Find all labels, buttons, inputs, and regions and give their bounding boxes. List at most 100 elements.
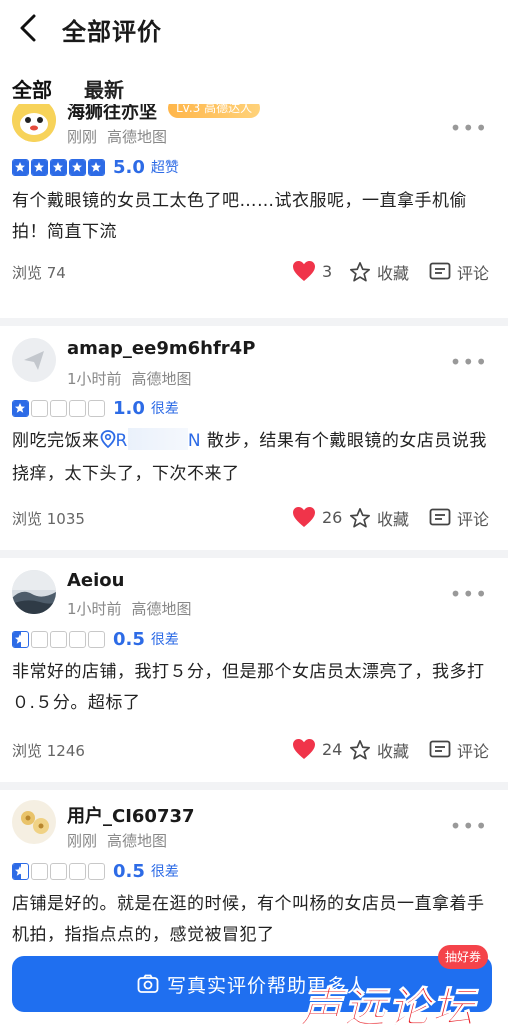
review-card: 海狮往亦坚 Lv.3 高德达人 ••• 刚刚 高德地图 5.0 超赞 有个戴眼镜的… — [0, 104, 508, 318]
paper-plane-icon — [12, 338, 56, 382]
rating-star — [50, 630, 67, 648]
back-button[interactable] — [14, 12, 44, 44]
rating-star — [69, 158, 86, 176]
username[interactable]: Aeiou — [67, 570, 125, 591]
rating-star — [88, 630, 105, 648]
like-button[interactable]: 3 — [292, 260, 332, 282]
review-list: 海狮往亦坚 Lv.3 高德达人 ••• 刚刚 高德地图 5.0 超赞 有个戴眼镜的… — [0, 104, 508, 1028]
comment-button[interactable]: 评论 — [429, 506, 489, 530]
review-card: 用户_CI60737 ••• 刚刚 高德地图 0.5 很差 店铺是好的。就是在逛的… — [0, 790, 508, 950]
review-meta: 刚刚 高德地图 — [67, 830, 167, 851]
redacted-area — [127, 428, 188, 450]
avatar[interactable] — [12, 800, 56, 844]
top-nav-bar: 全部评价 — [0, 0, 508, 56]
view-count: 浏览 74 — [12, 264, 66, 282]
like-button[interactable]: 26 — [292, 506, 342, 528]
rating-row: 5.0 超赞 — [12, 156, 179, 178]
rating-score: 1.0 — [113, 397, 145, 419]
filter-tabs: 全部 最新 — [0, 70, 508, 106]
rating-row: 1.0 很差 — [12, 397, 179, 419]
rating-label: 超赞 — [150, 160, 179, 176]
tab-all[interactable]: 全部 — [12, 74, 52, 103]
rating-star — [50, 399, 67, 417]
username[interactable]: 海狮往亦坚 — [67, 104, 157, 124]
favorite-button[interactable]: 收藏 — [349, 506, 409, 530]
location-link[interactable]: RN — [116, 428, 202, 451]
divider — [0, 318, 508, 326]
star-outline-icon — [350, 740, 370, 760]
rating-label: 很差 — [150, 632, 179, 648]
review-text-prefix: 刚吃完饭来 — [12, 431, 100, 451]
rating-star — [31, 399, 48, 417]
review-time: 刚刚 — [67, 128, 98, 146]
more-options-icon[interactable]: ••• — [450, 350, 488, 374]
review-source: 高德地图 — [107, 128, 168, 146]
rating-row: 0.5 很差 — [12, 860, 179, 882]
review-card: Aeiou ••• 1小时前 高德地图 0.5 很差 非常好的店铺，我打５分，但是… — [0, 558, 508, 780]
rating-score: 0.5 — [113, 860, 145, 882]
flower-avatar-icon — [12, 800, 56, 844]
review-meta: 1小时前 高德地图 — [67, 598, 192, 619]
review-time: 刚刚 — [67, 832, 98, 850]
tab-latest[interactable]: 最新 — [84, 74, 124, 103]
rating-star — [69, 630, 86, 648]
rating-score: 0.5 — [113, 628, 145, 650]
like-count: 26 — [322, 507, 343, 527]
rating-score: 5.0 — [113, 156, 145, 178]
rating-star — [12, 862, 29, 880]
review-text: 非常好的店铺，我打５分，但是那个女店员太漂亮了，我多打０.５分。超标了 — [12, 662, 485, 713]
comment-icon — [429, 508, 451, 526]
heart-icon — [293, 507, 315, 527]
username[interactable]: 用户_CI60737 — [67, 802, 195, 828]
watermark-logo: 声远论坛 — [299, 983, 477, 1028]
star-rating — [12, 158, 105, 176]
like-button[interactable]: 24 — [292, 738, 342, 760]
username[interactable]: amap_ee9m6hfr4P — [67, 338, 255, 359]
divider — [0, 550, 508, 558]
view-count: 浏览 1246 — [12, 742, 85, 760]
level-badge: Lv.3 高德达人 — [168, 104, 261, 118]
rating-star — [69, 399, 86, 417]
review-footer: 浏览 1035 26 收藏 评论 — [12, 506, 496, 532]
comment-button[interactable]: 评论 — [429, 260, 489, 284]
review-time: 1小时前 — [67, 600, 122, 618]
favorite-label: 收藏 — [377, 510, 410, 529]
landscape-avatar-icon — [12, 570, 56, 614]
page-title: 全部评价 — [62, 18, 162, 46]
rating-star — [31, 630, 48, 648]
coupon-badge[interactable]: 抽好券 — [438, 945, 489, 969]
rating-star — [12, 158, 29, 176]
star-rating — [12, 862, 105, 880]
comment-button[interactable]: 评论 — [429, 738, 489, 762]
rating-label: 很差 — [150, 864, 179, 880]
rating-row: 0.5 很差 — [12, 628, 179, 650]
like-count: 24 — [322, 739, 343, 759]
like-count: 3 — [322, 261, 333, 281]
star-rating — [12, 630, 105, 648]
comment-label: 评论 — [457, 742, 490, 761]
favorite-button[interactable]: 收藏 — [349, 260, 409, 284]
comment-label: 评论 — [457, 264, 490, 283]
rating-star — [88, 158, 105, 176]
more-options-icon[interactable]: ••• — [450, 582, 488, 606]
rating-star — [31, 862, 48, 880]
review-footer: 浏览 1246 24 收藏 评论 — [12, 738, 496, 764]
rating-star — [50, 158, 67, 176]
star-outline-icon — [350, 262, 370, 282]
avatar[interactable] — [12, 104, 56, 142]
avatar[interactable] — [12, 570, 56, 614]
review-source: 高德地图 — [131, 370, 192, 388]
star-rating — [12, 399, 105, 417]
more-options-icon[interactable]: ••• — [450, 814, 488, 838]
rating-star — [69, 862, 86, 880]
avatar[interactable] — [12, 338, 56, 382]
review-source: 高德地图 — [107, 832, 168, 850]
comment-label: 评论 — [457, 510, 490, 529]
star-outline-icon — [350, 508, 370, 528]
heart-icon — [293, 261, 315, 281]
review-footer: 浏览 74 3 收藏 评论 — [12, 260, 496, 286]
review-source: 高德地图 — [131, 600, 192, 618]
favorite-button[interactable]: 收藏 — [349, 738, 409, 762]
favorite-label: 收藏 — [377, 742, 410, 761]
more-options-icon[interactable]: ••• — [450, 116, 488, 140]
